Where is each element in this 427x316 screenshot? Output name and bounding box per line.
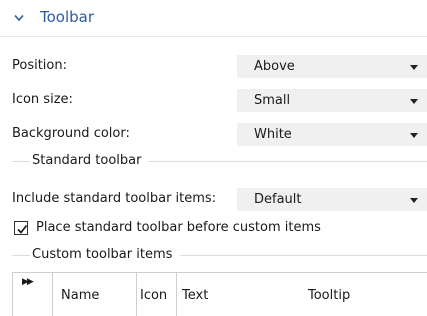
place-before-checkbox[interactable] (14, 221, 28, 235)
include-standard-items-value: Default (254, 192, 302, 207)
background-color-dropdown[interactable]: White (237, 123, 427, 146)
icon-size-dropdown[interactable]: Small (237, 89, 427, 112)
position-label: Position: (12, 58, 67, 73)
group-divider (180, 255, 427, 256)
group-divider (12, 161, 30, 162)
column-header-icon[interactable]: Icon (137, 273, 177, 316)
header-divider (0, 36, 427, 37)
standard-toolbar-group-title: Standard toolbar (30, 153, 144, 168)
background-color-label: Background color: (12, 126, 130, 141)
group-divider (148, 161, 427, 162)
column-header-label: Name (61, 288, 100, 303)
chevron-down-icon[interactable] (14, 14, 24, 22)
column-header-text[interactable]: Text Tooltip (177, 273, 427, 316)
include-standard-items-dropdown[interactable]: Default (237, 188, 427, 211)
column-header-tooltip[interactable]: Tooltip (308, 288, 350, 303)
custom-toolbar-group-title: Custom toolbar items (30, 247, 175, 262)
icon-size-label: Icon size: (12, 92, 73, 107)
position-dropdown[interactable]: Above (237, 55, 427, 78)
position-value: Above (254, 59, 295, 74)
place-before-label[interactable]: Place standard toolbar before custom ite… (36, 220, 321, 235)
background-color-value: White (254, 127, 292, 142)
custom-toolbar-table: ▶▶ Name Icon Text Tooltip (12, 272, 427, 316)
expand-all-header[interactable]: ▶▶ (13, 273, 53, 316)
column-header-label: Icon (140, 288, 168, 303)
dropdown-arrow-icon (410, 65, 418, 70)
expand-all-icon[interactable]: ▶▶ (22, 277, 34, 287)
group-divider (12, 255, 30, 256)
column-header-name[interactable]: Name (53, 273, 137, 316)
dropdown-arrow-icon (410, 99, 418, 104)
checkmark-icon (17, 224, 28, 234)
toolbar-section-header[interactable]: Toolbar (0, 0, 427, 36)
icon-size-value: Small (254, 93, 291, 108)
dropdown-arrow-icon (410, 198, 418, 203)
column-header-label: Text (182, 288, 209, 303)
dropdown-arrow-icon (410, 133, 418, 138)
section-title: Toolbar (40, 8, 95, 26)
include-standard-items-label: Include standard toolbar items: (12, 191, 217, 206)
